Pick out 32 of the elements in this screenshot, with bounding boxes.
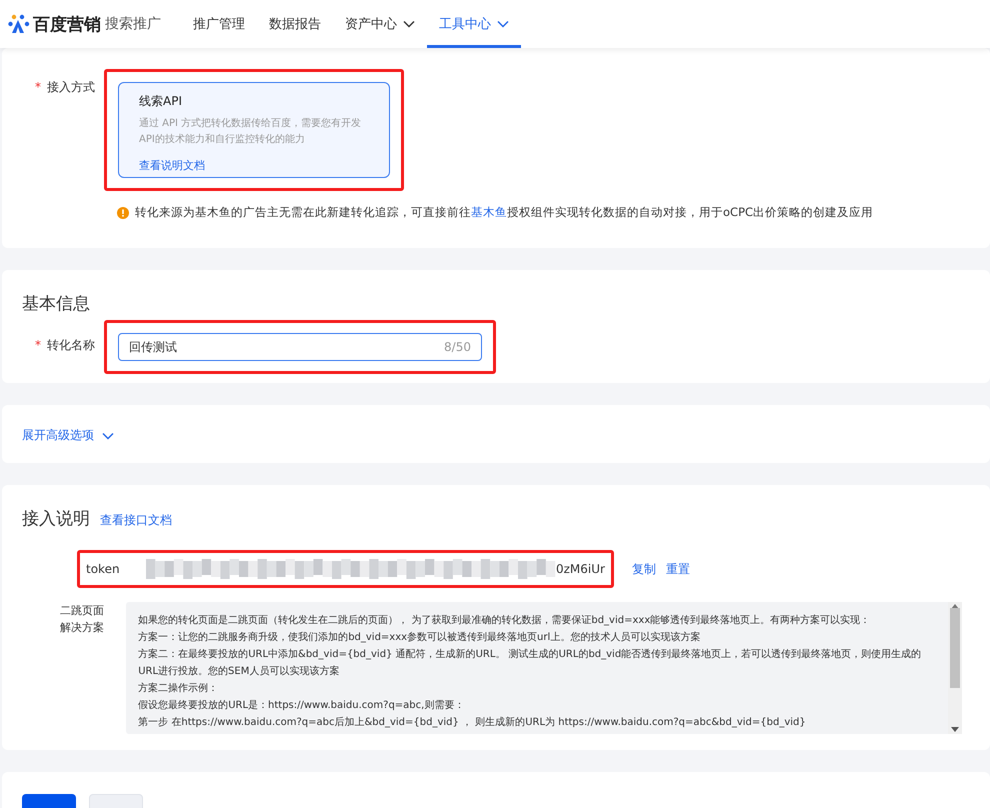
nav-tab[interactable]: 推广管理	[181, 0, 257, 48]
option-card[interactable]: 线索API 通过 API 方式把转化数据传给百度，需要您有开发API的技术能力和自行监控转化的能力 查看说明文档	[118, 82, 390, 178]
solution-text: 如果您的转化页面是二跳页面（转化发生在二跳后的页面）， 为了获取到最准确的转化数据，需要保证bd_vid=xxx能够透传到最终落地页上。有两种方案可以实现：	[138, 614, 872, 628]
chevron-down-icon	[102, 432, 114, 440]
solution-text: 假设您最终要投放的URL是：https://www.baidu.com?q=abc,则需要：	[138, 698, 466, 713]
brand-name: 百度营销	[33, 14, 101, 36]
nav-tab[interactable]: 数据报告	[257, 0, 333, 48]
notice-text: 转化来源为基木鱼的广告主无需在此新建转化追踪，可直接前往基木鱼授权组件实现转化数据的自动对接，用于oCPC出价策略的创建及应用	[135, 205, 874, 220]
section-title: 基本信息	[22, 293, 90, 315]
solution-text: 方案一：让您的二跳服务商升级，使我们添加的bd_vid=xxx参数可以被透传到最终落地页url上。您的技术人员可以实现该方案	[138, 630, 702, 645]
warning-icon	[117, 206, 129, 218]
scroll-down-icon[interactable]	[951, 727, 960, 732]
scrollbar[interactable]	[948, 602, 962, 734]
nav-tab[interactable]: 资产中心	[333, 0, 427, 48]
expand-advanced-link[interactable]: 展开高级选项	[22, 427, 114, 444]
doc-link[interactable]: 查看说明文档	[139, 159, 205, 172]
name-input-field[interactable]: 回传测试 8/50	[118, 333, 482, 361]
token-label: token	[86, 562, 121, 576]
doc-link[interactable]: 查看接口文档	[100, 512, 172, 529]
solution-text: 方案二操作示例：	[138, 682, 220, 696]
solution-text: 第一步 在https://www.baidu.com?q=abc后加上&bd_vid={bd_vid} ， 则生成新的URL为 https://www.baidu.com?q=abc&bd_vid={bd_vid}	[138, 716, 807, 730]
token-value: 0zM6iUr	[556, 562, 605, 576]
notice-link[interactable]: 基木鱼	[471, 205, 507, 219]
action-link[interactable]: 复制	[632, 560, 656, 578]
field-label: * 转化名称	[34, 337, 96, 354]
action-link[interactable]: 重置	[666, 560, 690, 578]
section-title: 接入说明	[22, 508, 90, 530]
field-label: 二跳页面解决方案	[60, 603, 105, 636]
solution-text: 方案二：在最终要投放的URL中添加&bd_vid={bd_vid} 通配符，生成新的URL。 测试生成的URL的bd_vid能否透传到最终落地页上，若可以透传到最终落地页，则使用生成的URL进行投放。您的SEM人员可以实现该方案	[138, 648, 922, 679]
product-name: 搜索推广	[105, 15, 161, 33]
logo-icon	[8, 14, 30, 34]
field-label: * 接入方式	[34, 79, 96, 96]
